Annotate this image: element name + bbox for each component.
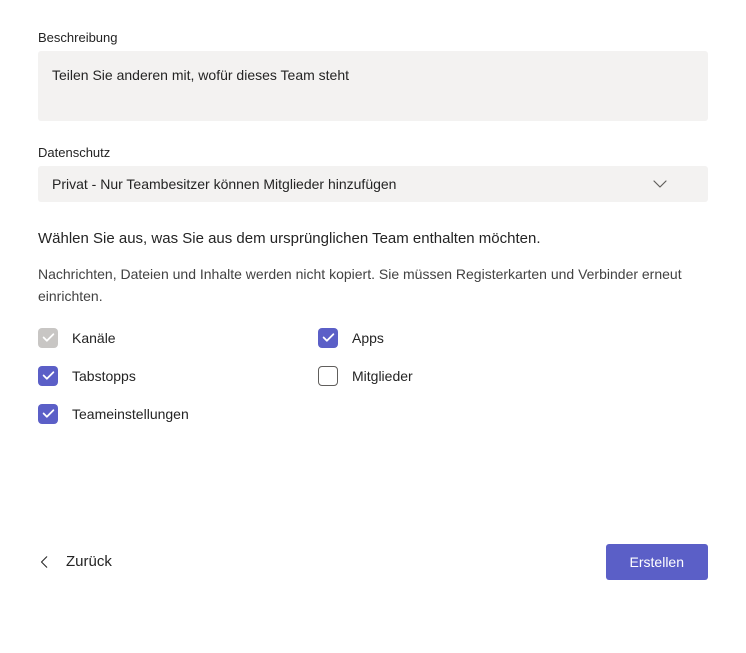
include-section: Wählen Sie aus, was Sie aus dem ursprüng…: [38, 230, 708, 424]
chevron-down-icon: [652, 176, 668, 192]
privacy-select[interactable]: Privat - Nur Teambesitzer können Mitglie…: [38, 166, 708, 202]
checkbox-tabs[interactable]: [38, 366, 58, 386]
privacy-label: Datenschutz: [38, 145, 708, 160]
checkbox-item-tabs: Tabstopps: [38, 366, 298, 386]
checkbox-label: Apps: [352, 330, 384, 346]
dialog-footer: Zurück Erstellen: [38, 544, 708, 580]
checkbox-label: Mitglieder: [352, 368, 413, 384]
checkbox-item-apps: Apps: [318, 328, 578, 348]
checkbox-item-members: Mitglieder: [318, 366, 578, 386]
privacy-selected-value: Privat - Nur Teambesitzer können Mitglie…: [52, 176, 396, 192]
checkbox-channels: [38, 328, 58, 348]
privacy-field: Datenschutz Privat - Nur Teambesitzer kö…: [38, 145, 708, 202]
description-label: Beschreibung: [38, 30, 708, 45]
chevron-left-icon: [38, 555, 52, 569]
create-button[interactable]: Erstellen: [606, 544, 708, 580]
checkbox-label: Tabstopps: [72, 368, 136, 384]
checkbox-item-settings: Teameinstellungen: [38, 404, 298, 424]
include-subtext: Nachrichten, Dateien und Inhalte werden …: [38, 263, 708, 308]
back-label: Zurück: [66, 553, 112, 570]
back-button[interactable]: Zurück: [38, 553, 112, 570]
description-field: Beschreibung Teilen Sie anderen mit, wof…: [38, 30, 708, 121]
checkbox-label: Teameinstellungen: [72, 406, 189, 422]
checkbox-settings[interactable]: [38, 404, 58, 424]
description-input[interactable]: Teilen Sie anderen mit, wofür dieses Tea…: [38, 51, 708, 121]
include-heading: Wählen Sie aus, was Sie aus dem ursprüng…: [38, 230, 708, 247]
checkbox-item-channels: Kanäle: [38, 328, 298, 348]
checkbox-members[interactable]: [318, 366, 338, 386]
checkbox-grid: Kanäle Apps Tabstopps Mitglieder Teamein…: [38, 328, 578, 424]
checkbox-label: Kanäle: [72, 330, 116, 346]
checkbox-apps[interactable]: [318, 328, 338, 348]
